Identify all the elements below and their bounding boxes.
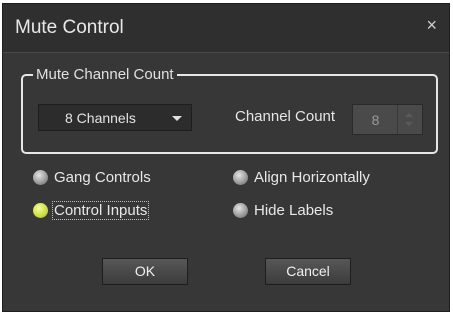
mute-channel-count-group: Mute Channel Count 8 Channels Channel Co… bbox=[21, 66, 438, 154]
channel-count-value: 8 bbox=[371, 112, 380, 128]
align-horizontally-label: Align Horizontally bbox=[254, 169, 370, 186]
channel-count-label: Channel Count bbox=[235, 108, 336, 125]
stepper-up-icon[interactable] bbox=[405, 113, 413, 117]
radio-icon[interactable] bbox=[233, 170, 248, 185]
title-bar: Mute Control × bbox=[3, 4, 449, 53]
hide-labels-label: Hide Labels bbox=[254, 202, 334, 219]
radio-icon[interactable] bbox=[33, 170, 48, 185]
chevron-down-icon bbox=[172, 116, 182, 121]
stepper-down-icon[interactable] bbox=[405, 122, 413, 126]
control-inputs-label: Control Inputs bbox=[51, 201, 150, 220]
channel-count-stepper[interactable]: 8 bbox=[352, 104, 423, 135]
gang-controls-label: Gang Controls bbox=[54, 169, 151, 186]
cancel-button[interactable]: Cancel bbox=[265, 258, 351, 285]
ok-button[interactable]: OK bbox=[102, 258, 188, 285]
group-legend: Mute Channel Count bbox=[33, 66, 177, 84]
mute-control-dialog: Mute Control × Mute Channel Count 8 Chan… bbox=[2, 3, 450, 312]
radio-selected-icon[interactable] bbox=[33, 203, 48, 218]
stepper-buttons bbox=[397, 105, 422, 134]
radio-icon[interactable] bbox=[233, 203, 248, 218]
channel-select[interactable]: 8 Channels bbox=[38, 104, 192, 131]
dialog-title: Mute Control bbox=[15, 17, 124, 38]
close-icon[interactable]: × bbox=[426, 16, 437, 34]
channel-select-value: 8 Channels bbox=[65, 110, 136, 126]
